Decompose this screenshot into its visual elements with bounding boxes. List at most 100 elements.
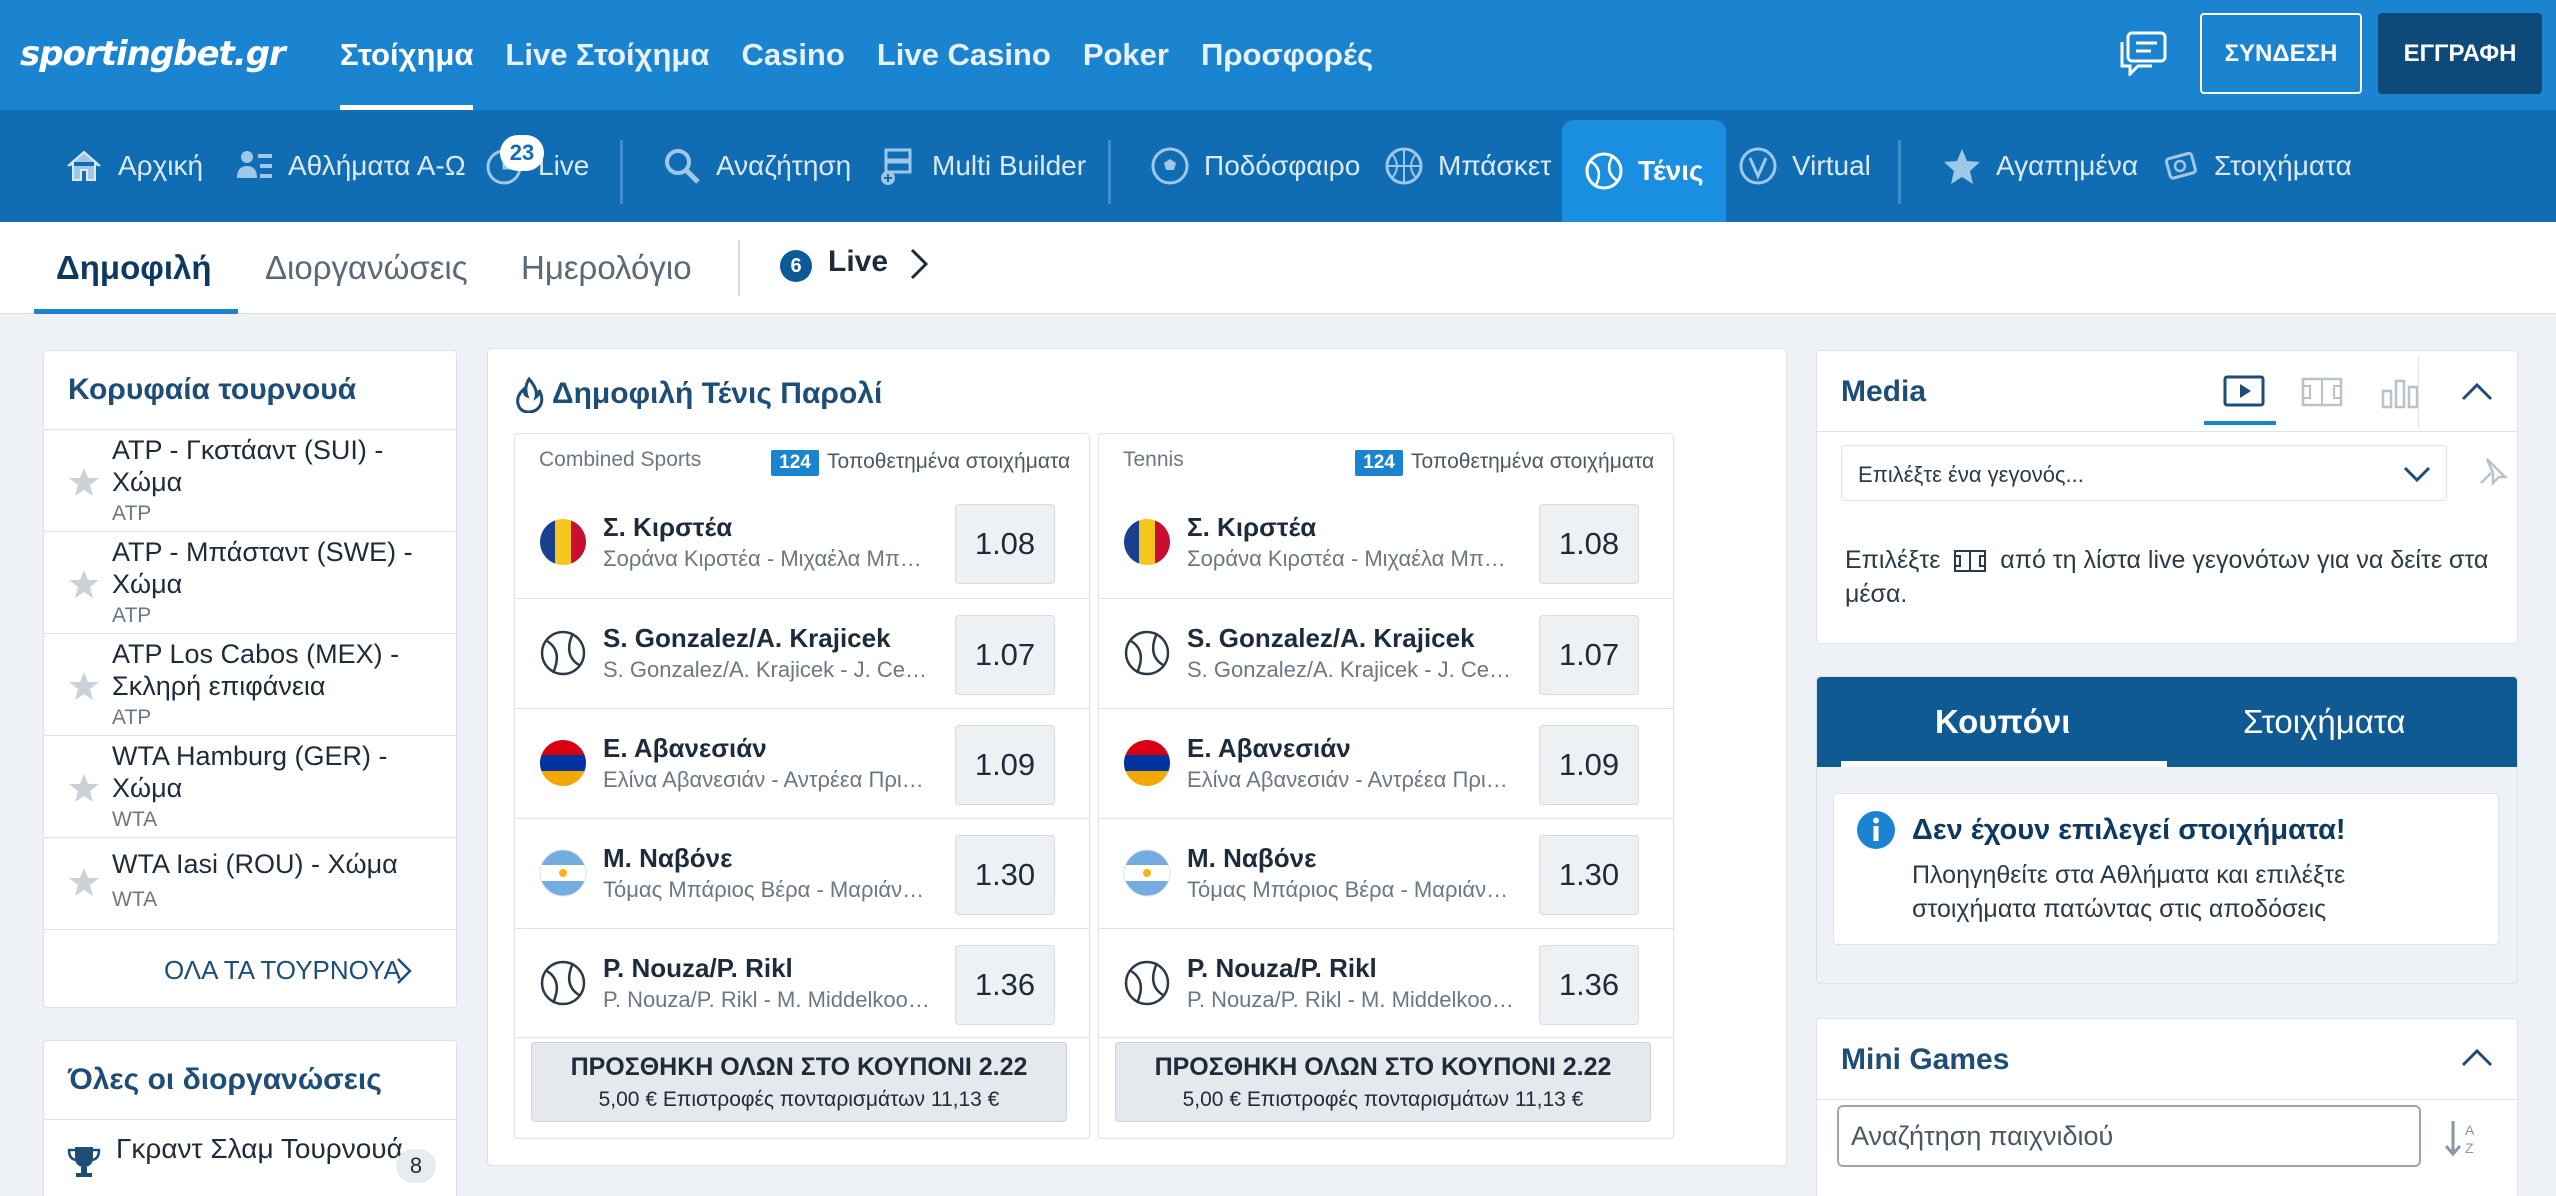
sport-nav-home[interactable]: Αρχική (64, 110, 203, 222)
match-event[interactable]: Ελίνα Αβανεσιάν - Αντρέεα Πρισακαρίου (1187, 767, 1517, 793)
tab-competitions[interactable]: Διοργανώσεις (265, 222, 468, 314)
login-button[interactable]: ΣΥΝΔΕΣΗ (2200, 13, 2362, 94)
tab-live[interactable]: Live (828, 245, 888, 279)
chevron-right-icon[interactable] (394, 955, 414, 987)
tournament-row[interactable]: WTA Hamburg (GER) - Χώμα WTA (44, 735, 456, 837)
sport-nav-favorites-label: Αγαπημένα (1996, 150, 2139, 181)
parlay-combo: Combined Sports 124 Τοποθετημένα στοιχήμ… (514, 433, 1090, 1139)
media-info-after: από τη λίστα live γεγονότων για να δείτε… (1845, 546, 2489, 608)
video-icon[interactable] (2221, 371, 2267, 411)
media-title: Media (1841, 375, 1927, 408)
pin-icon[interactable] (2473, 455, 2509, 491)
top-tournaments-title: Κορυφαία τουρνουά (68, 373, 357, 406)
sport-nav-football[interactable]: Ποδόσφαιρο (1150, 110, 1360, 222)
nav-sports-betting[interactable]: Στοίχημα (340, 0, 474, 110)
sport-nav-search[interactable]: Αναζήτηση (662, 110, 851, 222)
stats-icon[interactable] (2377, 371, 2423, 411)
odds-button[interactable]: 1.36 (955, 945, 1055, 1025)
sport-nav-virtual[interactable]: Virtual (1738, 110, 1871, 222)
sport-nav-tennis-label: Τένις (1638, 155, 1704, 186)
star-icon[interactable] (68, 568, 100, 600)
add-all-to-betslip-button[interactable]: ΠΡΟΣΘΗΚΗ ΟΛΩΝ ΣΤΟ ΚΟΥΠΟΝΙ 2.22 5,00 € Επ… (1115, 1042, 1651, 1122)
nav-live-betting[interactable]: Live Στοίχημα (505, 0, 709, 110)
tab-calendar[interactable]: Ημερολόγιο (521, 222, 692, 314)
odds-button[interactable]: 1.30 (955, 835, 1055, 915)
tournament-row[interactable]: WTA Iasi (ROU) - Χώμα WTA (44, 837, 456, 929)
game-search-input[interactable] (1837, 1105, 2421, 1167)
tournament-name: ATP - Μπάσταντ (SWE) - Χώμα (112, 537, 413, 599)
divider (44, 1119, 456, 1120)
odds-button[interactable]: 1.07 (955, 615, 1055, 695)
event-select[interactable]: Επιλέξτε ένα γεγονός... (1841, 445, 2447, 501)
popular-parlay-panel: Δημοφιλή Τένις Παρολί Combined Sports 12… (487, 348, 1787, 1166)
odds-button[interactable]: 1.36 (1539, 945, 1639, 1025)
chevron-down-icon (2403, 466, 2431, 483)
sport-nav-sports-az[interactable]: Αθλήματα Α-Ω (234, 110, 466, 222)
match-selection: Σ. Κιρστέα (603, 512, 733, 542)
flag-romania-icon (1124, 519, 1170, 565)
chevron-right-icon[interactable] (904, 246, 934, 282)
register-button[interactable]: ΕΓΓΡΑΦΗ (2378, 13, 2542, 94)
tab-popular[interactable]: Δημοφιλή (34, 222, 237, 314)
match-selection: Ε. Αβανεσιάν (603, 733, 767, 763)
chevron-up-icon[interactable] (2457, 1041, 2497, 1071)
trophy-icon (67, 1147, 101, 1177)
star-icon[interactable] (68, 772, 100, 804)
star-icon[interactable] (68, 466, 100, 498)
sport-nav-virtual-label: Virtual (1792, 150, 1871, 181)
chat-icon[interactable] (2118, 30, 2168, 76)
mini-games-title: Mini Games (1841, 1043, 2010, 1076)
match-event[interactable]: Σοράνα Κιρστέα - Μιχαέλα Μπουζαρνέσκου (1187, 546, 1517, 572)
match-event[interactable]: P. Nouza/P. Rikl - M. Middelkoop/R. Haas… (603, 987, 933, 1013)
match-event[interactable]: Ελίνα Αβανεσιάν - Αντρέεα Πρισακαρίου (603, 767, 933, 793)
live-events-count[interactable]: 6 (780, 250, 812, 282)
match-event[interactable]: S. Gonzalez/A. Krajicek - J. Cerretani/N… (1187, 657, 1517, 683)
tournament-row[interactable]: ATP - Μπάσταντ (SWE) - Χώμα ATP (44, 531, 456, 633)
chevron-up-icon[interactable] (2457, 375, 2497, 405)
nav-casino[interactable]: Casino (741, 0, 844, 110)
odds-button[interactable]: 1.09 (955, 725, 1055, 805)
match-event[interactable]: P. Nouza/P. Rikl - M. Middelkoop/R. Haas… (1187, 987, 1517, 1013)
tournament-category: WTA (112, 888, 158, 911)
match-event[interactable]: Τόμας Μπάριος Βέρα - Μαριάνο Ναβόνε (1187, 877, 1517, 903)
flame-icon (516, 377, 544, 413)
nav-poker[interactable]: Poker (1083, 0, 1169, 110)
sport-nav-multi-builder-label: Multi Builder (932, 150, 1087, 181)
add-all-to-betslip-button[interactable]: ΠΡΟΣΘΗΚΗ ΟΛΩΝ ΣΤΟ ΚΟΥΠΟΝΙ 2.22 5,00 € Επ… (531, 1042, 1067, 1122)
match-row: Σ. Κιρστέα Σοράνα Κιρστέα - Μιχαέλα Μπου… (515, 488, 1089, 598)
tab-coupon[interactable]: Κουπόνι (1935, 703, 2070, 741)
sport-nav-multi-builder[interactable]: Multi Builder (878, 110, 1086, 222)
tournament-row[interactable]: ATP - Γκστάαντ (SUI) - Χώμα ATP (44, 429, 456, 531)
tournament-row[interactable]: ATP Los Cabos (MEX) - Σκληρή επιφάνεια A… (44, 633, 456, 735)
match-row: Σ. Κιρστέα Σοράνα Κιρστέα - Μιχαέλα Μπου… (1099, 488, 1673, 598)
flag-armenia-icon (1124, 740, 1170, 786)
competition-name[interactable]: Γκραντ Σλαμ Τουρνουά (116, 1133, 403, 1165)
star-icon[interactable] (68, 670, 100, 702)
sport-nav-tennis[interactable]: Τένις (1562, 120, 1726, 222)
odds-button[interactable]: 1.08 (1539, 504, 1639, 584)
match-event[interactable]: Σοράνα Κιρστέα - Μιχαέλα Μπουζαρνέσκου (603, 546, 933, 572)
odds-button[interactable]: 1.09 (1539, 725, 1639, 805)
tab-my-bets[interactable]: Στοιχήματα (2243, 703, 2406, 741)
odds-button[interactable]: 1.08 (955, 504, 1055, 584)
match-selection: Μ. Ναβόνε (1187, 843, 1317, 873)
nav-live-casino[interactable]: Live Casino (877, 0, 1051, 110)
odds-button[interactable]: 1.30 (1539, 835, 1639, 915)
pitch-icon[interactable] (2299, 371, 2345, 411)
sport-nav-favorites[interactable]: Αγαπημένα (1942, 110, 2138, 222)
all-tournaments-link[interactable]: ΟΛΑ ΤΑ ΤΟΥΡΝΟΥΑ (164, 955, 401, 986)
sport-nav-basketball-label: Μπάσκετ (1438, 150, 1552, 181)
sport-nav-bets[interactable]: Στοιχήματα (2160, 110, 2352, 222)
sort-az-icon[interactable]: AZ (2441, 1117, 2485, 1159)
match-event[interactable]: S. Gonzalez/A. Krajicek - J. Cerretani/N… (603, 657, 933, 683)
sportingbet-logo[interactable]: sportingbet.gr (20, 34, 286, 74)
info-icon (1857, 811, 1895, 849)
odds-button[interactable]: 1.07 (1539, 615, 1639, 695)
match-event[interactable]: Τόμας Μπάριος Βέρα - Μαριάνο Ναβόνε (603, 877, 933, 903)
returns-label: 5,00 € Επιστροφές πονταρισμάτων 11,13 € (1182, 1088, 1584, 1111)
nav-promotions[interactable]: Προσφορές (1201, 0, 1373, 110)
match-row: P. Nouza/P. Rikl P. Nouza/P. Rikl - M. M… (515, 928, 1089, 1038)
sport-nav-basketball[interactable]: Μπάσκετ (1384, 110, 1551, 222)
combo-header: Combined Sports (539, 448, 702, 471)
star-icon[interactable] (68, 866, 100, 898)
